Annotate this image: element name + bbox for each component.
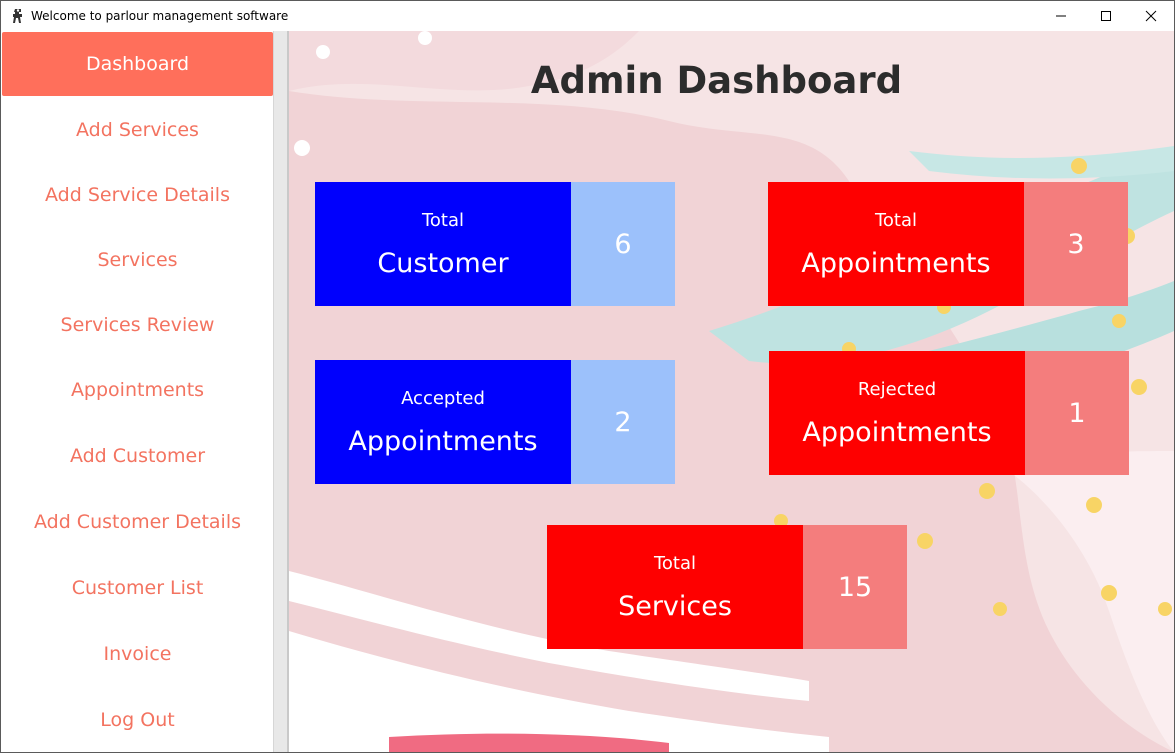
page-title: Admin Dashboard bbox=[530, 59, 903, 102]
stat-card-caption: Total bbox=[421, 210, 465, 231]
minimize-icon bbox=[1056, 15, 1066, 17]
stat-card-total-appointments[interactable]: Total Appointments 3 bbox=[768, 182, 1128, 306]
sidebar-item-appointments[interactable]: Appointments bbox=[2, 358, 273, 422]
stat-card-caption: Rejected bbox=[857, 379, 937, 400]
stat-card-label: Rejected Appointments bbox=[769, 351, 1025, 475]
sidebar-item-add-service-details[interactable]: Add Service Details bbox=[2, 163, 273, 227]
stat-card-total-customer[interactable]: Total Customer 6 bbox=[315, 182, 675, 306]
sidebar-item-invoice[interactable]: Invoice bbox=[2, 622, 273, 686]
stat-card-title: Services bbox=[618, 591, 732, 622]
stat-card-label: Total Services bbox=[547, 525, 803, 649]
close-button[interactable] bbox=[1128, 1, 1174, 31]
stat-card-label: Accepted Appointments bbox=[315, 360, 571, 484]
stat-card-value: 15 bbox=[803, 525, 907, 649]
sidebar-item-add-customer-details[interactable]: Add Customer Details bbox=[2, 490, 273, 554]
sidebar-item-add-customer[interactable]: Add Customer bbox=[2, 424, 273, 488]
sidebar-item-dashboard[interactable]: Dashboard bbox=[2, 32, 273, 96]
maximize-button[interactable] bbox=[1083, 1, 1129, 31]
dashboard-panel: Admin Dashboard Total Customer 6 Total A… bbox=[289, 31, 1174, 752]
window-title: Welcome to parlour management software bbox=[31, 9, 289, 23]
barber-chair-icon bbox=[13, 9, 22, 23]
title-bar: Welcome to parlour management software bbox=[1, 1, 1174, 31]
close-icon bbox=[1145, 10, 1157, 22]
maximize-icon bbox=[1101, 11, 1111, 21]
sidebar-item-services[interactable]: Services bbox=[2, 228, 273, 292]
sidebar-nav: Dashboard Add Services Add Service Detai… bbox=[2, 31, 273, 752]
minimize-button[interactable] bbox=[1038, 1, 1084, 31]
sidebar-item-add-services[interactable]: Add Services bbox=[2, 98, 273, 162]
stat-card-caption: Total bbox=[874, 210, 918, 231]
stat-card-title: Customer bbox=[377, 248, 509, 279]
sidebar-item-services-review[interactable]: Services Review bbox=[2, 293, 273, 357]
stat-card-label: Total Customer bbox=[315, 182, 571, 306]
stat-card-value: 2 bbox=[571, 360, 675, 484]
stat-card-value: 1 bbox=[1025, 351, 1129, 475]
stat-card-title: Appointments bbox=[801, 248, 991, 279]
stat-card-label: Total Appointments bbox=[768, 182, 1024, 306]
stat-card-caption: Accepted bbox=[401, 388, 485, 409]
sidebar-item-log-out[interactable]: Log Out bbox=[2, 688, 273, 752]
app-window: Welcome to parlour management software D… bbox=[0, 0, 1175, 753]
stat-card-total-services[interactable]: Total Services 15 bbox=[547, 525, 907, 649]
stat-card-accepted-appointments[interactable]: Accepted Appointments 2 bbox=[315, 360, 675, 484]
stat-card-rejected-appointments[interactable]: Rejected Appointments 1 bbox=[769, 351, 1129, 475]
stat-card-value: 3 bbox=[1024, 182, 1128, 306]
stat-card-title: Appointments bbox=[802, 417, 992, 448]
stat-card-caption: Total bbox=[653, 553, 697, 574]
sidebar-scrollbar[interactable] bbox=[273, 31, 288, 752]
stat-card-title: Appointments bbox=[348, 426, 538, 457]
sidebar-item-customer-list[interactable]: Customer List bbox=[2, 556, 273, 620]
stat-card-value: 6 bbox=[571, 182, 675, 306]
